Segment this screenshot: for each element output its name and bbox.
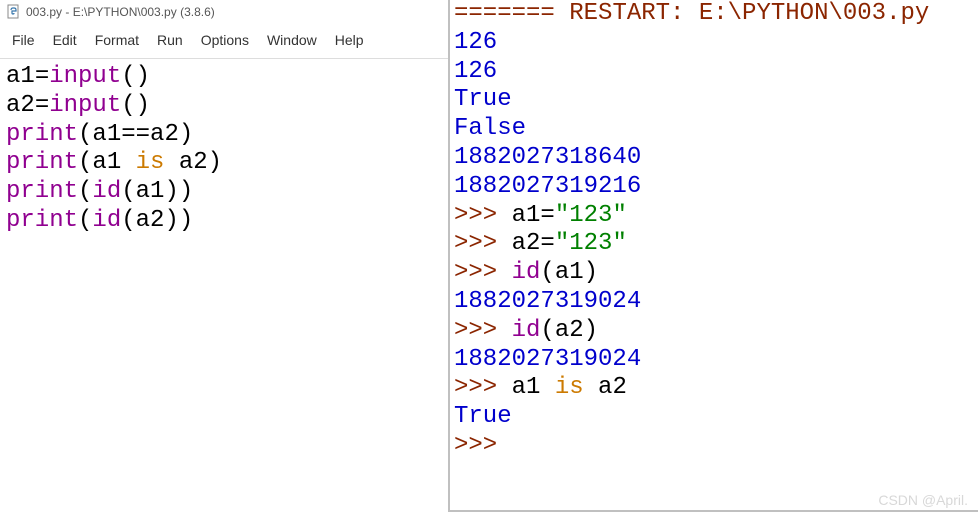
shell-restart-sep: ======= bbox=[454, 0, 555, 27]
shell-output-line: 1882027319216 bbox=[454, 173, 641, 200]
shell-prompt: >>> bbox=[454, 230, 512, 257]
editor-code-area[interactable]: a1=input() a2=input() print(a1==a2) prin… bbox=[0, 59, 448, 512]
shell-output-line: 1882027319024 bbox=[454, 288, 641, 315]
shell-output-line: True bbox=[454, 403, 512, 430]
shell-prompt: >>> bbox=[454, 374, 512, 401]
shell-prompt: >>> bbox=[454, 432, 512, 459]
editor-title: 003.py - E:\PYTHON\003.py (3.8.6) bbox=[26, 5, 215, 19]
shell-prompt: >>> bbox=[454, 259, 512, 286]
shell-pane: ======= RESTART: E:\PYTHON\003.py 126 12… bbox=[450, 0, 978, 512]
editor-menubar: File Edit Format Run Options Window Help bbox=[0, 24, 448, 59]
editor-pane: 003.py - E:\PYTHON\003.py (3.8.6) File E… bbox=[0, 0, 450, 512]
editor-titlebar: 003.py - E:\PYTHON\003.py (3.8.6) bbox=[0, 0, 448, 24]
shell-output-line: 126 bbox=[454, 29, 497, 56]
shell-output-line: 126 bbox=[454, 58, 497, 85]
menu-run[interactable]: Run bbox=[149, 30, 191, 50]
menu-window[interactable]: Window bbox=[259, 30, 325, 50]
shell-prompt: >>> bbox=[454, 202, 512, 229]
menu-format[interactable]: Format bbox=[87, 30, 147, 50]
python-file-icon bbox=[6, 4, 22, 20]
shell-restart-text: RESTART: E:\PYTHON\003.py bbox=[555, 0, 929, 27]
shell-output-line: False bbox=[454, 115, 526, 142]
menu-edit[interactable]: Edit bbox=[45, 30, 85, 50]
shell-output-area[interactable]: ======= RESTART: E:\PYTHON\003.py 126 12… bbox=[450, 0, 978, 510]
menu-file[interactable]: File bbox=[4, 30, 43, 50]
shell-output-line: True bbox=[454, 86, 512, 113]
menu-options[interactable]: Options bbox=[193, 30, 257, 50]
menu-help[interactable]: Help bbox=[327, 30, 372, 50]
shell-output-line: 1882027318640 bbox=[454, 144, 641, 171]
shell-output-line: 1882027319024 bbox=[454, 346, 641, 373]
shell-prompt: >>> bbox=[454, 317, 512, 344]
